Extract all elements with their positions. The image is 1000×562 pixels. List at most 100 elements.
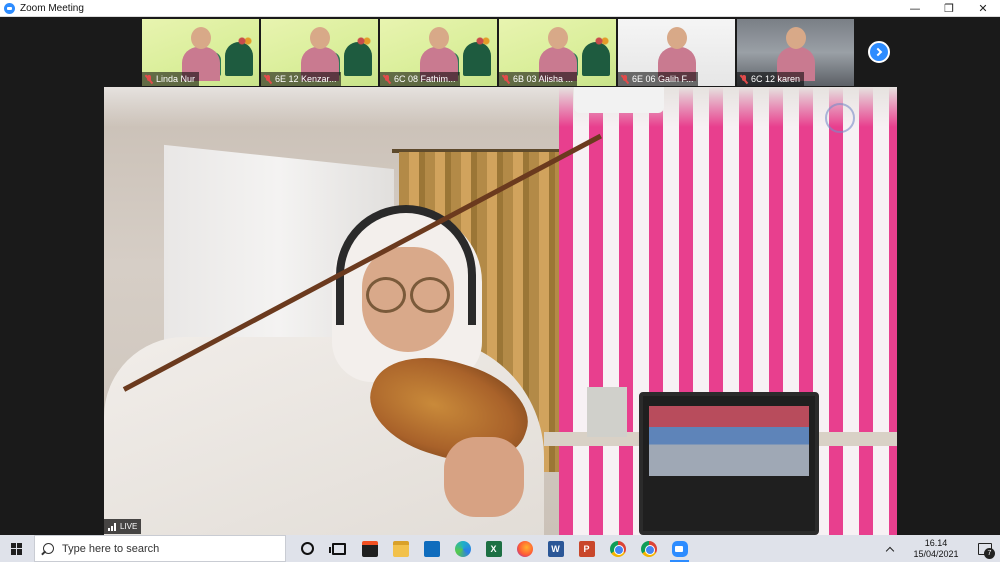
taskbar-app-excel[interactable]: X — [478, 535, 509, 562]
video-monitor — [639, 392, 819, 535]
ornament-decoration — [465, 33, 495, 49]
firefox-icon — [516, 540, 533, 557]
participant-name-bar: Linda Nur — [142, 72, 200, 86]
taskview-icon — [328, 542, 346, 555]
restore-button[interactable]: ❐ — [932, 0, 966, 17]
participant-name: 6C 08 Fathim... — [394, 74, 456, 84]
participant-name: Linda Nur — [156, 74, 196, 84]
participant-tile[interactable]: 6C 08 Fathim... — [380, 19, 497, 86]
participant-video-person — [420, 23, 458, 81]
taskbar-app-word[interactable]: W — [540, 535, 571, 562]
participant-head — [667, 27, 687, 49]
participant-head — [429, 27, 449, 49]
live-badge: LIVE — [104, 519, 142, 534]
participant-head — [310, 27, 330, 49]
taskbar-app-firefox[interactable] — [509, 535, 540, 562]
ornament-decoration — [227, 33, 257, 49]
participant-strip: Linda Nur 6E 12 Kenzar... 6C 08 Fathim... 6… — [142, 19, 854, 86]
participant-name-bar: 6C 12 karen — [737, 72, 805, 86]
taskbar-app-zoom[interactable] — [664, 535, 695, 562]
signal-strength-icon — [108, 522, 117, 531]
window-title: Zoom Meeting — [20, 2, 84, 14]
window-controls: — ❐ ✕ — [898, 0, 1000, 17]
participant-head — [548, 27, 568, 49]
chevron-up-icon — [885, 546, 895, 555]
participant-tile[interactable]: 6B 03 Alisha ... — [499, 19, 616, 86]
mic-muted-icon — [621, 74, 629, 84]
mic-muted-icon — [502, 74, 510, 84]
edge-icon — [454, 540, 471, 557]
window-title-bar: Zoom Meeting — ❐ ✕ — [0, 0, 1000, 17]
participant-video-person — [301, 23, 339, 81]
taskbar-app-task-view[interactable] — [323, 535, 354, 562]
close-button[interactable]: ✕ — [966, 0, 1000, 17]
participant-video-person — [182, 23, 220, 81]
participant-tile[interactable]: 6C 12 karen — [737, 19, 854, 86]
active-speaker-video[interactable] — [104, 87, 897, 535]
system-tray: 16.14 15/04/2021 7 — [878, 535, 1000, 562]
show-hidden-icons-button[interactable] — [878, 535, 902, 562]
zoom-app-icon — [4, 2, 15, 14]
mic-muted-icon — [145, 74, 153, 84]
video-air-conditioner — [574, 87, 664, 113]
search-placeholder: Type here to search — [62, 542, 160, 555]
taskbar-search-box[interactable]: Type here to search — [34, 535, 286, 562]
excel-icon: X — [485, 540, 502, 557]
video-monitor-screen — [649, 406, 809, 476]
participant-tile[interactable]: 6E 12 Kenzar... — [261, 19, 378, 86]
participant-name-bar: 6C 08 Fathim... — [380, 72, 460, 86]
cortana-icon — [301, 542, 314, 555]
participant-name: 6E 06 Galih F... — [632, 74, 694, 84]
watermark-icon — [825, 103, 855, 133]
chrome-icon — [609, 540, 626, 557]
taskbar-app-chrome[interactable] — [602, 535, 633, 562]
clock-date: 15/04/2021 — [913, 548, 959, 559]
participant-video-person — [777, 23, 815, 81]
video-glasses — [366, 277, 450, 313]
participant-tile[interactable]: 6E 06 Galih F... — [618, 19, 735, 86]
participant-head — [191, 27, 211, 49]
explorer-icon — [392, 540, 409, 557]
action-center-button[interactable]: 7 — [970, 535, 1000, 562]
video-box — [587, 387, 627, 437]
video-ceiling — [104, 87, 897, 127]
next-page-button[interactable] — [868, 41, 890, 63]
notification-count-badge: 7 — [984, 548, 995, 559]
mic-muted-icon — [264, 74, 272, 84]
taskbar-clock[interactable]: 16.14 15/04/2021 — [902, 535, 970, 562]
taskbar-app-mail[interactable] — [416, 535, 447, 562]
mic-muted-icon — [383, 74, 391, 84]
minimize-button[interactable]: — — [898, 0, 932, 17]
zoom-icon — [671, 540, 688, 557]
store-icon — [361, 540, 378, 557]
participant-name: 6B 03 Alisha ... — [513, 74, 574, 84]
taskbar-app-microsoft-store[interactable] — [354, 535, 385, 562]
word-icon: W — [547, 540, 564, 557]
participant-name-bar: 6E 12 Kenzar... — [261, 72, 341, 86]
taskbar-app-chrome-profile[interactable] — [633, 535, 664, 562]
participant-name: 6C 12 karen — [751, 74, 801, 84]
search-icon — [43, 543, 54, 554]
start-button[interactable] — [0, 535, 34, 562]
participant-head — [786, 27, 806, 49]
ornament-decoration — [346, 33, 376, 49]
participant-name: 6E 12 Kenzar... — [275, 74, 337, 84]
participant-name-bar: 6B 03 Alisha ... — [499, 72, 578, 86]
participant-tile[interactable]: Linda Nur — [142, 19, 259, 86]
windows-logo-icon — [11, 542, 23, 555]
chevron-right-icon — [873, 47, 883, 57]
meeting-area: Linda Nur 6E 12 Kenzar... 6C 08 Fathim... 6… — [0, 17, 1000, 535]
clock-time: 16.14 — [924, 537, 948, 548]
taskbar-app-cortana[interactable] — [292, 535, 323, 562]
mic-muted-icon — [740, 74, 748, 84]
taskbar-app-powerpoint[interactable]: P — [571, 535, 602, 562]
windows-taskbar: Type here to search X WP 16.14 15/04/2021… — [0, 535, 1000, 562]
taskbar-app-edge[interactable] — [447, 535, 478, 562]
mail-icon — [423, 540, 440, 557]
ppt-icon: P — [578, 540, 595, 557]
video-person-hand — [444, 437, 524, 517]
chrome-icon — [640, 540, 657, 557]
participant-name-bar: 6E 06 Galih F... — [618, 72, 698, 86]
taskbar-apps: X WP — [292, 535, 695, 562]
taskbar-app-file-explorer[interactable] — [385, 535, 416, 562]
